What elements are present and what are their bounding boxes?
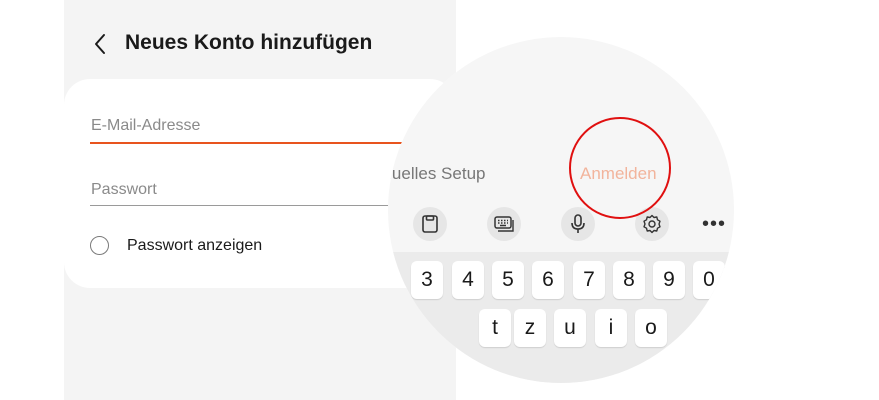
- voice-input-button[interactable]: [561, 207, 595, 241]
- key-9[interactable]: 9: [653, 261, 685, 299]
- key-o[interactable]: o: [635, 309, 667, 347]
- key-t[interactable]: t: [479, 309, 511, 347]
- back-button[interactable]: [90, 30, 112, 58]
- key-0[interactable]: 0: [693, 261, 725, 299]
- show-password-checkbox[interactable]: [90, 236, 109, 255]
- key-z[interactable]: z: [514, 309, 546, 347]
- key-7[interactable]: 7: [573, 261, 605, 299]
- show-password-label[interactable]: Passwort anzeigen: [127, 237, 262, 255]
- password-field[interactable]: Passwort: [91, 181, 157, 199]
- key-u[interactable]: u: [554, 309, 586, 347]
- clipboard-button[interactable]: [413, 207, 447, 241]
- manual-setup-button[interactable]: anuelles Setup: [388, 164, 485, 184]
- page-title: Neues Konto hinzufügen: [125, 31, 373, 54]
- more-icon[interactable]: •••: [697, 207, 731, 241]
- sign-in-button[interactable]: Anmelden: [580, 164, 657, 184]
- chevron-left-icon: [95, 34, 105, 54]
- microphone-icon: [571, 214, 585, 233]
- magnifier-callout: anuelles Setup Anmelden: [388, 37, 734, 383]
- key-5[interactable]: 5: [492, 261, 524, 299]
- on-screen-keyboard: 34567890 tzuio: [388, 252, 734, 383]
- email-field[interactable]: E-Mail-Adresse: [91, 117, 200, 135]
- key-i[interactable]: i: [595, 309, 627, 347]
- keyboard-icon: [494, 216, 514, 232]
- keyboard-mode-button[interactable]: [487, 207, 521, 241]
- magnified-area: anuelles Setup Anmelden: [388, 37, 734, 383]
- keyboard-settings-button[interactable]: [635, 207, 669, 241]
- clipboard-icon: [422, 215, 438, 233]
- key-8[interactable]: 8: [613, 261, 645, 299]
- key-6[interactable]: 6: [532, 261, 564, 299]
- key-3[interactable]: 3: [411, 261, 443, 299]
- key-4[interactable]: 4: [452, 261, 484, 299]
- settings-icon: [643, 214, 661, 234]
